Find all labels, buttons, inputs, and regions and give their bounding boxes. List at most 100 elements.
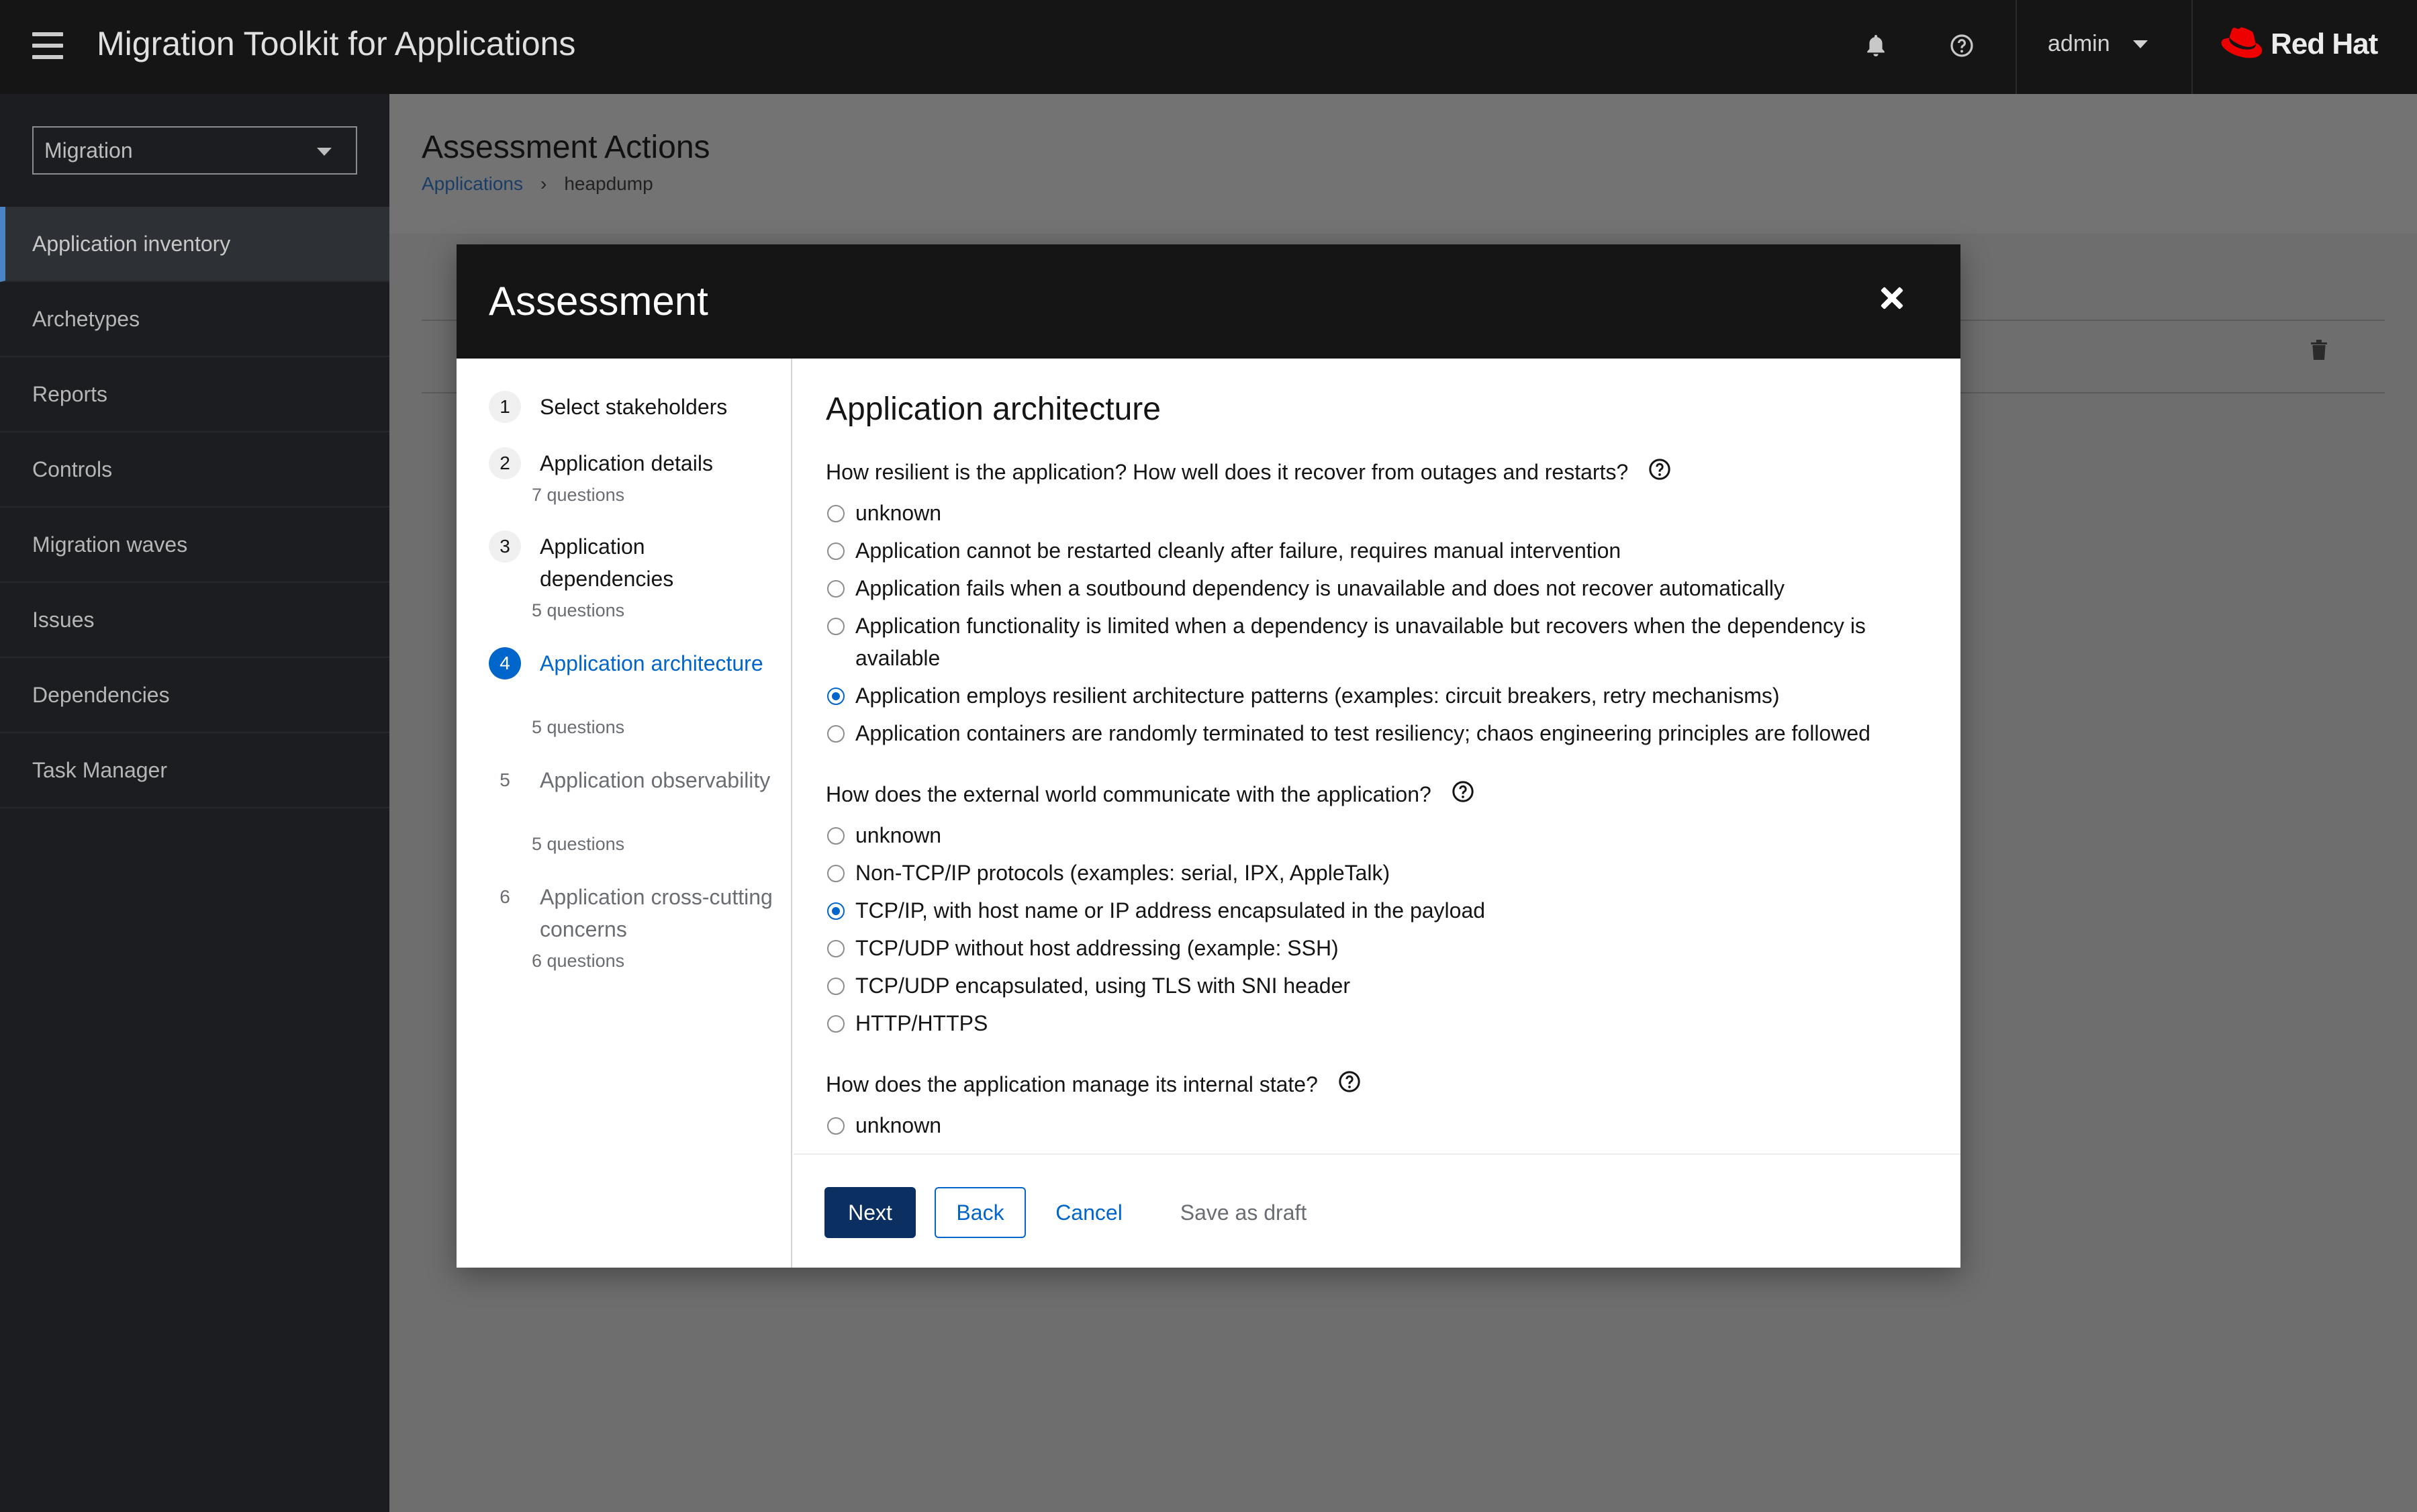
sidebar-item-dependencies[interactable]: Dependencies [0,658,389,733]
sidebar-item-label: Controls [32,457,113,481]
radio-button[interactable] [827,1117,845,1135]
question-label: How does the application manage its inte… [826,1070,1361,1098]
help-icon[interactable] [1452,780,1474,808]
question-label: How resilient is the application? How we… [826,458,1671,486]
radio-option[interactable]: unknown [826,497,1927,529]
step-label: Select stakeholders [540,395,728,419]
radio-button[interactable] [827,1015,845,1033]
radio-option[interactable]: TCP/IP, with host name or IP address enc… [826,894,1927,927]
sidebar-item-archetypes[interactable]: Archetypes [0,282,389,357]
radio-option[interactable]: Non-TCP/IP protocols (examples: serial, … [826,857,1927,889]
modal-header: Assessment [457,244,1960,359]
radio-label: Non-TCP/IP protocols (examples: serial, … [855,861,1390,885]
app-title: Migration Toolkit for Applications [97,25,576,62]
brand-name: Red Hat [2271,28,2378,60]
radio-label: HTTP/HTTPS [855,1011,988,1035]
help-icon[interactable] [1338,1070,1361,1098]
redhat-hat-icon [2221,27,2263,58]
close-icon[interactable] [1877,283,1907,313]
sidebar-item-label: Issues [32,607,95,632]
radio-button[interactable] [827,725,845,743]
radio-label: unknown [855,823,942,847]
radio-option[interactable]: TCP/UDP without host addressing (example… [826,932,1927,964]
step-number: 6 [500,886,510,907]
radio-button[interactable] [827,865,845,882]
sidebar-item-task-manager[interactable]: Task Manager [0,733,389,808]
radio-label: TCP/UDP without host addressing (example… [855,936,1339,960]
radio-option[interactable]: HTTP/HTTPS [826,1007,1927,1039]
radio-button[interactable] [827,827,845,845]
radio-button[interactable] [827,618,845,635]
trash-icon[interactable] [2310,338,2328,365]
page-title: Assessment Actions [422,130,710,165]
radio-option[interactable]: Application cannot be restarted cleanly … [826,534,1927,567]
sidebar: Migration Application inventory Archetyp… [0,94,389,1512]
step-question-count: 5 questions [532,600,625,620]
step-number: 3 [489,530,521,563]
sidebar-item-reports[interactable]: Reports [0,357,389,432]
caret-down-icon [317,148,332,156]
help-icon[interactable] [1950,34,1974,61]
step-number: 4 [489,647,521,679]
radio-option[interactable]: Application employs resilient architectu… [826,679,1927,712]
sidebar-item-label: Migration waves [32,532,188,557]
modal-title: Assessment [489,279,708,324]
save-as-draft-button[interactable]: Save as draft [1170,1187,1317,1238]
radio-label: unknown [855,501,942,525]
question-label: How does the external world communicate … [826,780,1474,808]
radio-button[interactable] [827,580,845,598]
step-label: Application observability [540,768,771,792]
radio-option[interactable]: TCP/UDP encapsulated, using TLS with SNI… [826,970,1927,1002]
question-text: How resilient is the application? How we… [826,459,1629,484]
sidebar-item-label: Dependencies [32,682,170,707]
radio-button[interactable] [827,902,845,920]
radio-button[interactable] [827,978,845,995]
breadcrumb: Applications › heapdump [422,173,653,195]
step-question-count: 5 questions [532,834,625,854]
step-number: 1 [489,391,521,423]
radio-label: Application containers are randomly term… [855,721,1870,745]
radio-button[interactable] [827,505,845,522]
step-label: Application dependencies [540,534,674,591]
step-number: 2 [489,447,521,479]
step-number: 5 [500,769,510,790]
radio-option[interactable]: Application containers are randomly term… [826,717,1927,749]
chevron-right-icon: › [540,173,547,194]
radio-button[interactable] [827,542,845,560]
sidebar-item-controls[interactable]: Controls [0,432,389,508]
cancel-button[interactable]: Cancel [1042,1187,1136,1238]
user-menu[interactable]: admin [2048,31,2148,57]
radio-button[interactable] [827,688,845,705]
sidebar-item-issues[interactable]: Issues [0,583,389,658]
wizard-footer: Next Back Cancel Save as draft [794,1153,1960,1268]
question-text: How does the application manage its inte… [826,1072,1318,1096]
perspective-select[interactable]: Migration [32,126,357,175]
radio-option[interactable]: unknown [826,1109,1927,1141]
brand-logo[interactable]: Red Hat [2213,24,2378,64]
caret-down-icon [2132,40,2148,48]
breadcrumb-link-applications[interactable]: Applications [422,173,523,195]
bell-icon[interactable] [1865,34,1887,61]
step-label: Application cross-cutting concerns [540,885,773,941]
radio-label: TCP/IP, with host name or IP address enc… [855,898,1486,923]
help-icon[interactable] [1648,458,1671,486]
assessment-modal: Assessment 1 Select stakeholders 2 Appli… [457,244,1960,1268]
sidebar-item-application-inventory[interactable]: Application inventory [0,207,389,282]
menu-icon[interactable] [32,32,63,59]
radio-option[interactable]: Application functionality is limited whe… [826,610,1927,674]
page-header: Assessment Actions Applications › heapdu… [389,94,2417,234]
sidebar-item-migration-waves[interactable]: Migration waves [0,508,389,583]
section-title: Application architecture [826,391,1161,427]
step-label: Application architecture [540,651,763,675]
next-button[interactable]: Next [824,1187,916,1238]
sidebar-nav: Application inventory Archetypes Reports… [0,207,389,808]
back-button[interactable]: Back [935,1187,1026,1238]
radio-label: unknown [855,1113,942,1137]
radio-option[interactable]: Application fails when a soutbound depen… [826,572,1927,604]
step-label: Application details [540,451,713,475]
radio-button[interactable] [827,940,845,957]
sidebar-item-label: Application inventory [32,231,231,256]
masthead: Migration Toolkit for Applications admin… [0,0,2417,94]
breadcrumb-current: heapdump [564,173,653,194]
radio-option[interactable]: unknown [826,819,1927,851]
